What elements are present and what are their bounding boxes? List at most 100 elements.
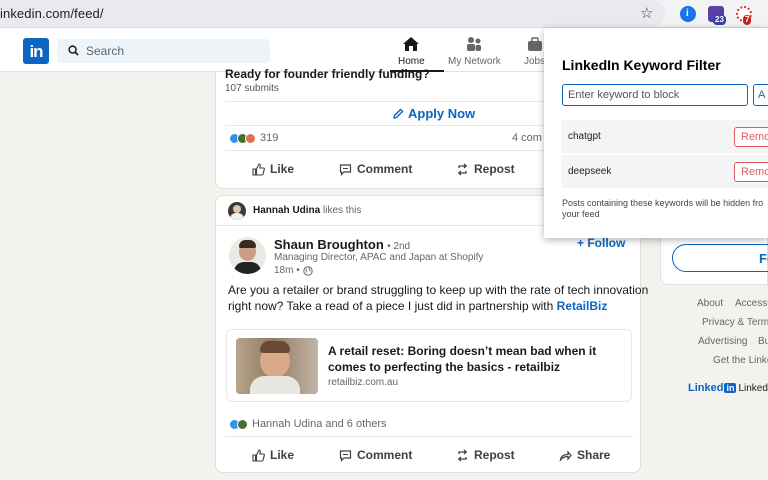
retailbiz-link[interactable]: RetailBiz	[557, 299, 608, 313]
repost-icon	[457, 449, 468, 461]
address-bar[interactable]: inkedin.com/feed/ ☆	[0, 0, 665, 27]
right-follow-button[interactable]: Fo	[672, 244, 768, 272]
celebrate-reaction-icon	[237, 418, 248, 430]
follow-button[interactable]: + Follow	[577, 236, 625, 250]
like-label: Like	[270, 448, 295, 462]
footer-accessibility-link[interactable]: Accessi	[735, 298, 768, 309]
connection-degree: • 2nd	[387, 241, 411, 252]
popup-note: Posts containing these keywords will be …	[562, 198, 768, 220]
article-title-line1: A retail reset: Boring doesn’t mean bad …	[328, 344, 597, 358]
keyword-input[interactable]: Enter keyword to block	[562, 84, 748, 106]
footer-business-link[interactable]: Bu	[758, 336, 768, 347]
author-avatar[interactable]	[229, 237, 266, 274]
repost-label: Repost	[474, 162, 515, 176]
reactions-summary[interactable]: 319	[229, 132, 278, 144]
repost-button[interactable]: Repost	[456, 448, 515, 462]
divider	[225, 436, 633, 437]
popup-note-line2: your feed	[562, 209, 600, 219]
home-icon	[403, 37, 420, 51]
nav-home[interactable]: Home	[398, 36, 425, 67]
author-line: Shaun Broughton • 2nd	[274, 237, 410, 252]
pencil-icon	[393, 108, 404, 119]
footer-privacy-link[interactable]: Privacy & Term	[702, 317, 768, 328]
comment-button[interactable]: Comment	[339, 162, 412, 176]
post-body-line2: right now? Take a read of a piece I just…	[228, 299, 607, 313]
browser-toolbar: inkedin.com/feed/ ☆ i 23 7	[0, 0, 768, 28]
activity-text: likes this	[323, 205, 362, 216]
url-text: inkedin.com/feed/	[0, 6, 104, 21]
popup-title: LinkedIn Keyword Filter	[562, 57, 721, 73]
activity-name[interactable]: Hannah Udina	[253, 205, 320, 216]
apply-now-button[interactable]: Apply Now	[392, 106, 475, 121]
comment-label: Comment	[357, 448, 413, 462]
remove-keyword-button[interactable]: Remo	[734, 162, 768, 182]
comment-button[interactable]: Comment	[339, 448, 412, 462]
nav-jobs-label: Jobs	[524, 56, 546, 67]
apply-now-label: Apply Now	[408, 106, 476, 121]
comment-count[interactable]: 4 com	[512, 132, 542, 144]
post-body-line1: Are you a retailer or brand struggling t…	[228, 283, 649, 297]
linkedin-logo[interactable]: in	[23, 38, 49, 64]
remove-keyword-button[interactable]: Remo	[734, 127, 768, 147]
keyword-row: chatgpt Remo	[561, 120, 768, 153]
footer-get-app-link[interactable]: Get the Linke	[713, 355, 768, 366]
love-reaction-icon	[245, 132, 256, 144]
author-headline: Managing Director, APAC and Japan at Sho…	[274, 252, 484, 263]
reactions-summary[interactable]: Hannah Udina and 6 others	[229, 418, 387, 430]
add-keyword-button[interactable]: A	[753, 84, 768, 106]
footer-about-link[interactable]: About	[697, 298, 723, 309]
article-thumbnail	[236, 338, 318, 394]
footer-brand-text: LinkedIn	[738, 382, 768, 394]
people-icon	[467, 37, 482, 51]
share-arrow-icon	[559, 449, 572, 462]
globe-icon	[303, 265, 313, 276]
keyword-filter-popup: LinkedIn Keyword Filter Enter keyword to…	[544, 28, 768, 238]
share-button[interactable]: Share	[559, 448, 610, 462]
author-name[interactable]: Shaun Broughton	[274, 237, 384, 252]
thumbs-up-icon	[252, 448, 265, 462]
popup-note-line1: Posts containing these keywords will be …	[562, 198, 764, 208]
post-body-text: right now? Take a read of a piece I just…	[228, 299, 554, 313]
comment-icon	[339, 449, 352, 462]
like-button[interactable]: Like	[252, 162, 294, 176]
info-extension-icon[interactable]: i	[680, 6, 696, 22]
extension-badge: 23	[713, 15, 726, 25]
reactions-text: Hannah Udina and 6 others	[252, 418, 387, 430]
article-preview[interactable]: A retail reset: Boring doesn’t mean bad …	[226, 329, 632, 402]
extension-badge: 7	[743, 15, 752, 25]
footer-advertising-link[interactable]: Advertising	[698, 336, 747, 347]
house-extension-icon[interactable]: 23	[708, 6, 726, 25]
nav-my-network-label: My Network	[448, 56, 501, 67]
comment-icon	[339, 163, 352, 176]
nav-home-label: Home	[398, 56, 425, 67]
linkedin-in-logo: in	[724, 383, 737, 393]
repost-button[interactable]: Repost	[456, 162, 515, 176]
like-label: Like	[270, 162, 295, 176]
briefcase-icon	[527, 37, 542, 51]
repost-label: Repost	[474, 448, 515, 462]
linkedin-wordmark-logo: Linked	[688, 382, 724, 394]
search-icon	[68, 45, 79, 56]
bookmark-star-icon[interactable]: ☆	[640, 4, 653, 22]
keyword-text: deepseek	[568, 166, 612, 177]
comment-label: Comment	[357, 162, 413, 176]
activity-avatar[interactable]	[228, 202, 246, 220]
right-follow-label: Fo	[759, 251, 768, 266]
search-input[interactable]: Search	[57, 39, 270, 63]
thumbs-up-icon	[252, 162, 265, 176]
article-domain: retailbiz.com.au	[328, 377, 399, 388]
keyword-text: chatgpt	[568, 131, 601, 142]
reaction-count: 319	[260, 132, 279, 144]
article-title-line2: comes to perfecting the basics - retailb…	[328, 360, 561, 374]
nav-my-network[interactable]: My Network	[448, 36, 501, 67]
post-time: 18m •	[274, 265, 313, 276]
post-title: Ready for founder friendly funding?	[225, 67, 430, 81]
repost-icon	[457, 163, 468, 175]
nav-jobs[interactable]: Jobs	[524, 36, 545, 67]
activity-line: Hannah Udina likes this	[253, 205, 361, 216]
share-label: Share	[577, 448, 611, 462]
bug-extension-icon[interactable]: 7	[736, 6, 752, 25]
post-time-text: 18m •	[274, 265, 300, 276]
footer-brand: Linked in LinkedIn	[688, 382, 768, 394]
like-button[interactable]: Like	[252, 448, 294, 462]
